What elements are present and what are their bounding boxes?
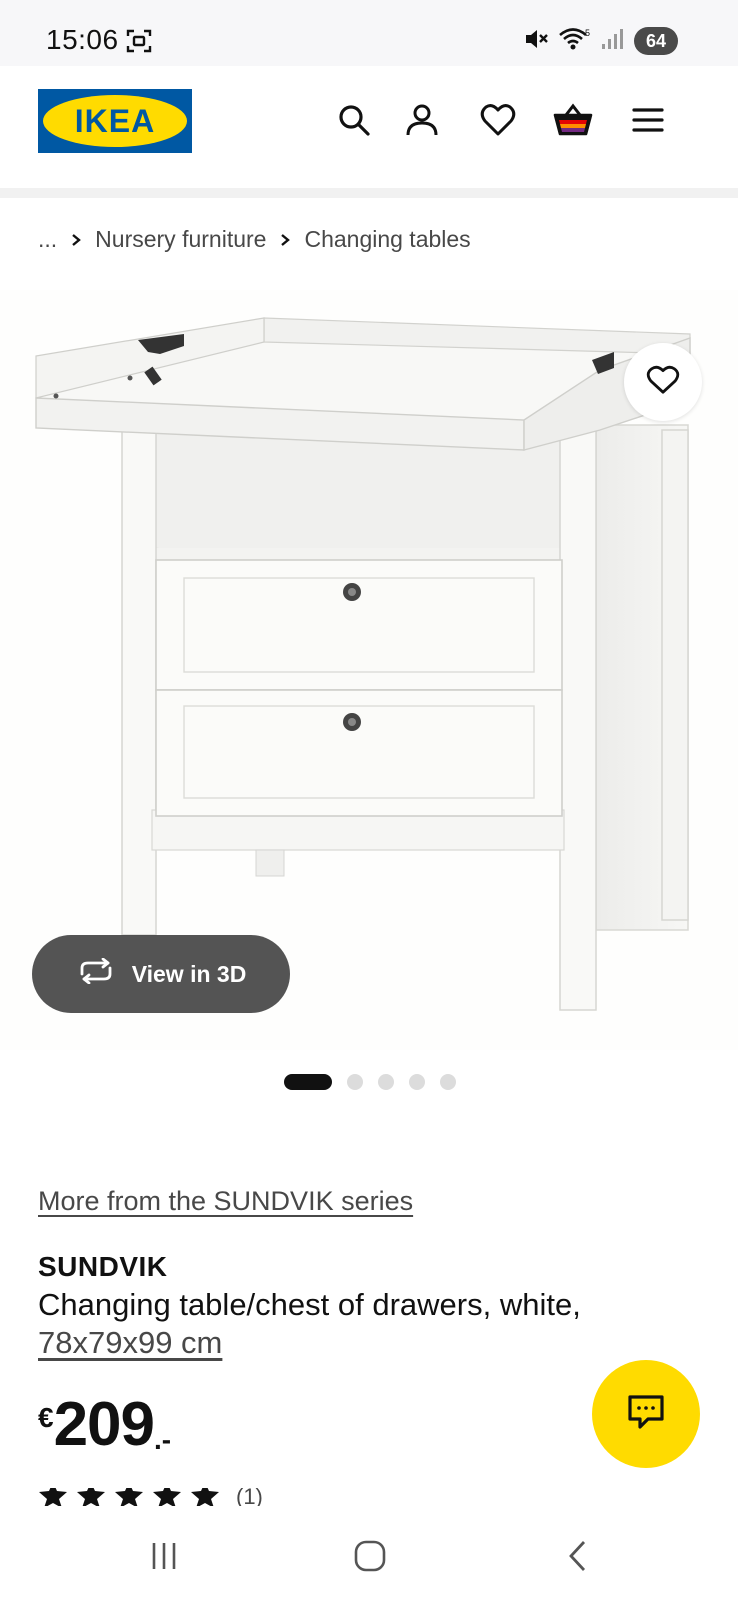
price-currency: € xyxy=(38,1402,54,1433)
carousel-dot[interactable] xyxy=(440,1074,456,1090)
product-name: SUNDVIK xyxy=(38,1251,168,1282)
product-price: € 209 .- xyxy=(38,1394,171,1456)
star-icon xyxy=(114,1488,144,1506)
chevron-right-icon xyxy=(71,233,82,247)
price-amount: 209 xyxy=(53,1390,155,1459)
view-in-3d-label: View in 3D xyxy=(131,960,247,987)
view-in-3d-button[interactable]: View in 3D xyxy=(32,935,290,1013)
breadcrumb-item-changing-tables[interactable]: Changing tables xyxy=(304,226,470,253)
account-icon[interactable] xyxy=(400,98,444,142)
star-icon xyxy=(190,1488,220,1506)
star-icon xyxy=(152,1488,182,1506)
battery-badge: 64 xyxy=(633,27,678,55)
price-suffix: .- xyxy=(154,1424,172,1455)
chat-button[interactable] xyxy=(592,1360,700,1468)
product-dimensions-link[interactable]: 78x79x99 cm xyxy=(38,1325,222,1361)
cart-icon[interactable] xyxy=(551,98,595,142)
recent-apps-icon[interactable] xyxy=(140,1532,188,1580)
search-icon[interactable] xyxy=(332,98,376,142)
status-icons: 5 64 xyxy=(524,26,678,56)
breadcrumb-ellipsis[interactable]: ... xyxy=(38,226,57,253)
chevron-right-icon xyxy=(280,233,291,247)
menu-icon[interactable] xyxy=(626,98,670,142)
product-rating[interactable]: (1) xyxy=(38,1488,263,1506)
breadcrumb: ... Nursery furniture Changing tables xyxy=(38,226,471,253)
wifi-icon: 5 xyxy=(558,26,592,57)
header-divider xyxy=(0,188,738,198)
status-time: 15:06 xyxy=(46,24,119,55)
chat-icon xyxy=(626,1393,666,1436)
screenshot-icon xyxy=(126,28,152,54)
star-icon xyxy=(38,1488,68,1506)
ikea-logo[interactable]: IKEA xyxy=(38,89,192,153)
logo-text: IKEA xyxy=(75,103,155,139)
signal-icon xyxy=(600,27,626,56)
product-description: Changing table/chest of drawers, white, xyxy=(38,1287,581,1322)
breadcrumb-item-nursery-furniture[interactable]: Nursery furniture xyxy=(95,226,266,253)
series-link[interactable]: More from the SUNDVIK series xyxy=(38,1186,413,1217)
svg-text:5: 5 xyxy=(585,28,590,38)
carousel-dot-active[interactable] xyxy=(284,1074,332,1090)
favourites-icon[interactable] xyxy=(476,98,520,142)
add-to-favourites-button[interactable] xyxy=(624,343,702,421)
carousel-dot[interactable] xyxy=(347,1074,363,1090)
star-icon xyxy=(76,1488,106,1506)
rating-count: (1) xyxy=(236,1488,263,1506)
heart-icon xyxy=(646,365,680,400)
carousel-dot[interactable] xyxy=(378,1074,394,1090)
carousel-dot[interactable] xyxy=(409,1074,425,1090)
carousel-dots xyxy=(284,1074,456,1090)
rotate-3d-icon xyxy=(76,957,116,990)
back-icon[interactable] xyxy=(554,1532,602,1580)
mute-icon xyxy=(524,27,550,56)
home-icon[interactable] xyxy=(346,1532,394,1580)
